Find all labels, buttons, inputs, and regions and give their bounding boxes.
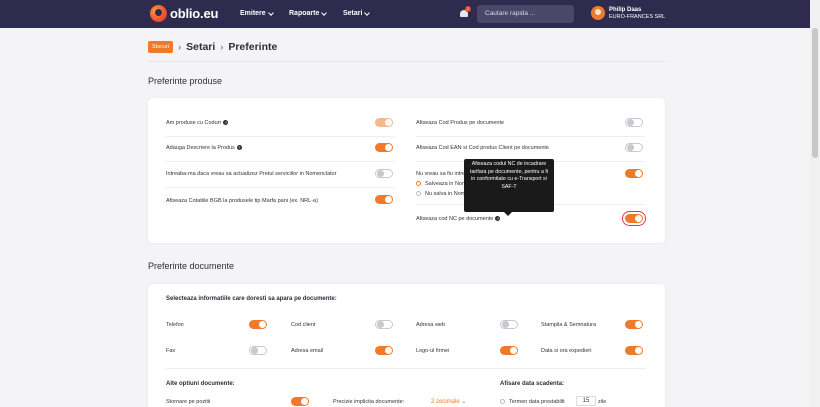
label-produse-cu-cod: Am produse cu Codurr?: [166, 120, 229, 126]
label-zile: zile: [598, 399, 607, 405]
search-input[interactable]: [477, 5, 574, 23]
logo[interactable]: oblio.eu: [150, 5, 218, 22]
label-cod-client: Cod client: [291, 322, 316, 328]
label-cod-nc: Afiseaza cod NC pe documente?: [416, 216, 501, 222]
toggle-actualizeaza-pret[interactable]: [375, 169, 393, 178]
page-scrollbar[interactable]: [810, 0, 820, 407]
nav-setari[interactable]: Setari: [343, 9, 371, 17]
section-title-produse: Preferinte produse: [148, 76, 223, 86]
nav-rapoarte-label: Rapoarte: [289, 10, 320, 17]
breadcrumb-separator: ›: [220, 42, 224, 52]
nav-emitere-label: Emitere: [240, 10, 266, 17]
toggle-cod-produs[interactable]: [625, 118, 643, 127]
chevron-down-icon: ⌄: [461, 399, 467, 405]
label-cod-produs: Afiseaza Cod Produs pe documente: [416, 120, 505, 126]
toggle-cod-ean[interactable]: [625, 143, 643, 152]
toggle-stornare[interactable]: [291, 397, 309, 406]
radio-nu-salva-nomenclator[interactable]: [416, 191, 421, 196]
row-divider: [166, 161, 394, 162]
toggle-afiseaza-cotatii[interactable]: [375, 195, 393, 204]
documente-subtitle: Selecteaza informatiile care doresti sa …: [166, 296, 337, 302]
label-stampila: Stampila & Semnatura: [541, 322, 597, 328]
top-navbar: oblio.eu Emitere Rapoarte Setari 2 Phili…: [0, 0, 810, 28]
card-preferinte-documente: Selecteaza informatiile care doresti sa …: [148, 284, 665, 407]
logo-text: oblio.eu: [170, 6, 219, 21]
toggle-adresa-web[interactable]: [500, 320, 518, 329]
toggle-fax[interactable]: [249, 346, 267, 355]
header-divider: [148, 61, 665, 62]
card-preferinte-produse: Am produse cu Codurr? Adauga Descriere l…: [148, 98, 665, 243]
scrollbar-thumb[interactable]: [812, 28, 818, 158]
notification-badge: 2: [465, 6, 471, 12]
toggle-data-expedieri[interactable]: [625, 346, 643, 355]
label-telefon: Telefon: [166, 322, 184, 328]
breadcrumb-back-button[interactable]: Stocuri: [148, 41, 174, 53]
help-icon[interactable]: ?: [223, 120, 229, 126]
logo-icon: [150, 5, 167, 22]
label-data-expedieri: Data si ora expedieri: [541, 348, 592, 354]
other-options-title: Alte optiuni documente:: [166, 381, 235, 387]
toggle-adresa-email[interactable]: [375, 346, 393, 355]
toggle-cod-nc[interactable]: [622, 211, 646, 226]
row-divider: [166, 187, 394, 188]
chevron-down-icon: [267, 9, 274, 16]
label-precizie: Precizie implicita documente:: [333, 399, 405, 405]
due-date-title: Afisare data scadenta:: [500, 381, 565, 387]
tooltip-cod-nc: Afiseaza codul NC de incadrare tarifara …: [464, 159, 554, 216]
chevron-down-icon: [321, 9, 328, 16]
label-stornare: Stornare pe pozitii: [166, 399, 211, 405]
input-termen-zile[interactable]: 15: [576, 396, 596, 406]
label-cod-ean: Afiseaza Cod EAN si Cod produs Client pe…: [416, 145, 549, 151]
section-title-documente: Preferinte documente: [148, 261, 235, 271]
label-logo-firma: Logo-ul firmei: [416, 348, 450, 354]
toggle-produse-cu-cod[interactable]: [375, 118, 393, 127]
breadcrumb-preferinte: Preferinte: [228, 41, 278, 53]
help-icon[interactable]: ?: [495, 216, 501, 222]
label-termen-prestabilit: Termen data prestabilit: [509, 399, 565, 405]
breadcrumb-separator: ›: [178, 42, 182, 52]
nav-setari-label: Setari: [343, 10, 363, 17]
notifications-bell-icon[interactable]: 2: [459, 6, 471, 19]
nav-emitere[interactable]: Emitere: [240, 9, 274, 17]
label-adresa-web: Adresa web: [416, 322, 446, 328]
nav-rapoarte[interactable]: Rapoarte: [289, 9, 328, 17]
toggle-logo-firma[interactable]: [500, 346, 518, 355]
row-divider: [166, 368, 646, 369]
radio-termen-prestabilit[interactable]: [500, 399, 505, 404]
breadcrumb-setari[interactable]: Setari: [186, 41, 215, 53]
toggle-telefon[interactable]: [249, 320, 267, 329]
label-actualizeaza-pret: Intreaba-ma daca vreau sa actualizez Pre…: [166, 171, 337, 177]
label-afiseaza-cotatii: Afiseaza Cotatiile BGB la produsele tip …: [166, 198, 318, 204]
label-adresa-email: Adresa email: [291, 348, 324, 354]
row-divider: [416, 136, 644, 137]
toggle-stampila[interactable]: [625, 320, 643, 329]
user-avatar[interactable]: [591, 6, 605, 20]
radio-salveaza-nomenclator[interactable]: [416, 181, 421, 186]
toggle-produse-noi[interactable]: [625, 169, 643, 178]
label-fax: Fax: [166, 348, 176, 354]
user-name[interactable]: Philip Daas: [609, 7, 641, 13]
row-divider: [166, 136, 394, 137]
chevron-down-icon: [364, 9, 371, 16]
label-adauga-descriere: Adauga Descriere la Produs?: [166, 145, 242, 151]
toggle-cod-client[interactable]: [375, 320, 393, 329]
help-icon[interactable]: ?: [236, 145, 242, 151]
select-precizie[interactable]: 2 zecimale ⌄: [431, 398, 466, 405]
toggle-adauga-descriere[interactable]: [375, 143, 393, 152]
user-company: EURO-FRANCES SRL: [609, 14, 666, 20]
breadcrumb: Stocuri › Setari › Preferinte: [148, 41, 277, 53]
